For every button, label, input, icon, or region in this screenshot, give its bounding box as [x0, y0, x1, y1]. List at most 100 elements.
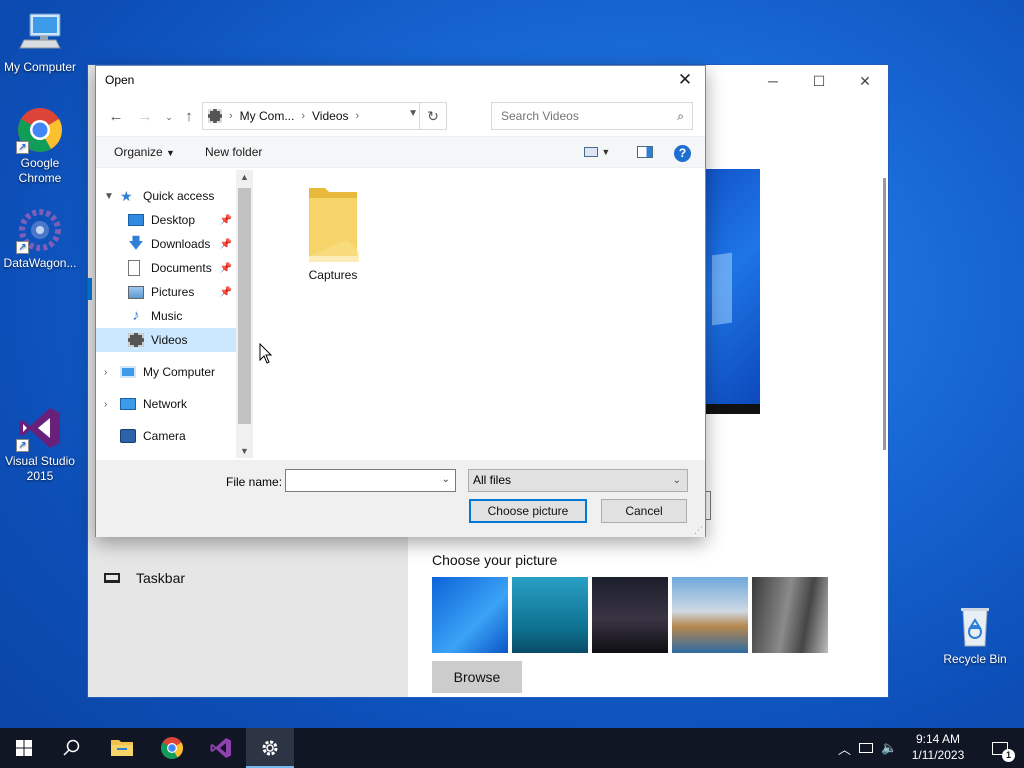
forward-arrow-icon[interactable]: →: [134, 106, 156, 128]
nav-item-downloads[interactable]: 🡇 Downloads 📌: [96, 232, 236, 256]
scroll-down-icon[interactable]: ▼: [236, 446, 253, 456]
scroll-up-icon[interactable]: ▲: [236, 172, 253, 182]
nav-label: Quick access: [143, 189, 215, 203]
start-button[interactable]: [0, 728, 48, 768]
desktop-icon-my-computer[interactable]: My Computer: [0, 10, 80, 75]
close-icon[interactable]: ✕: [671, 68, 699, 92]
file-name-label: File name:: [226, 475, 283, 489]
desktop-icon-visual-studio[interactable]: ↗ Visual Studio 2015: [0, 404, 80, 484]
maximize-icon[interactable]: ☐: [796, 65, 842, 97]
new-folder-button[interactable]: New folder: [205, 145, 262, 159]
nav-item-desktop[interactable]: Desktop 📌: [96, 208, 236, 232]
nav-item-music[interactable]: ♪ Music: [96, 304, 236, 328]
refresh-icon[interactable]: ↻: [419, 102, 447, 130]
settings-taskbar-button[interactable]: [246, 728, 294, 768]
file-name-combobox[interactable]: ⌄: [285, 469, 456, 492]
search-box[interactable]: ⌕: [491, 102, 693, 130]
help-icon[interactable]: ?: [674, 145, 691, 162]
chrome-taskbar-button[interactable]: [148, 728, 196, 768]
preview-pane-icon[interactable]: [637, 144, 653, 158]
nav-pane-scrollbar[interactable]: ▲ ▼: [236, 170, 253, 458]
settings-scrollbar[interactable]: [883, 178, 886, 450]
volume-icon[interactable]: 🔈: [881, 740, 897, 756]
nav-label: Network: [143, 397, 188, 411]
search-taskbar-button[interactable]: [48, 728, 96, 768]
show-hidden-icons-chevron-icon[interactable]: ︿: [838, 739, 851, 758]
settings-nav-accent: [88, 278, 92, 300]
thumbnail-beach-rocks[interactable]: [672, 577, 748, 653]
thumbnail-night-sky-tent[interactable]: [592, 577, 668, 653]
desktop-icon-recycle-bin[interactable]: Recycle Bin: [935, 602, 1015, 667]
video-folder-icon: [208, 109, 222, 123]
notification-count-badge: 1: [1002, 748, 1015, 762]
taskbar: ︿ 🔈 9:14 AM 1/11/2023 1: [0, 728, 1024, 768]
chevron-down-icon[interactable]: ⌄: [442, 474, 450, 485]
collapse-chevron-icon[interactable]: ▼: [104, 191, 114, 202]
picture-thumbnails: [432, 577, 828, 653]
cancel-button[interactable]: Cancel: [601, 499, 687, 523]
breadcrumb-my-computer[interactable]: My Com...: [240, 109, 295, 123]
shortcut-arrow-icon: ↗: [16, 241, 29, 254]
thumbnail-rock-cliff[interactable]: [752, 577, 828, 653]
address-dropdown-icon[interactable]: ▼: [408, 108, 418, 119]
choose-picture-button[interactable]: Choose picture: [469, 499, 587, 523]
address-bar[interactable]: › My Com... › Videos › ▼ ↻: [202, 102, 447, 130]
expand-chevron-icon[interactable]: ›: [104, 399, 107, 410]
expand-chevron-icon[interactable]: ›: [104, 367, 107, 378]
network-icon[interactable]: [859, 743, 874, 753]
open-file-dialog: Open ✕ ← → ⌄ ↑ › My Com... › Videos › ▼ …: [95, 65, 706, 537]
nav-my-computer[interactable]: › My Computer: [96, 360, 236, 384]
thumbnail-windows-hero[interactable]: [432, 577, 508, 653]
view-options-icon[interactable]: ▼: [584, 144, 610, 158]
minimize-icon[interactable]: ─: [750, 65, 796, 97]
shortcut-arrow-icon: ↗: [16, 141, 29, 154]
breadcrumb-videos[interactable]: Videos: [312, 109, 348, 123]
nav-label: Downloads: [151, 237, 211, 251]
visual-studio-icon: ↗: [16, 404, 64, 452]
breadcrumb-separator-icon: ›: [355, 110, 360, 122]
up-arrow-icon[interactable]: ↑: [178, 106, 200, 128]
gear-icon: [262, 740, 278, 756]
dialog-title: Open: [105, 73, 135, 87]
desktop-icon-google-chrome[interactable]: ↗ Google Chrome: [0, 106, 80, 186]
clock[interactable]: 9:14 AM 1/11/2023: [900, 731, 976, 763]
nav-camera[interactable]: Camera: [96, 424, 236, 448]
search-icon[interactable]: ⌕: [677, 109, 684, 124]
visual-studio-icon: [210, 738, 231, 758]
browse-button[interactable]: Browse: [432, 661, 522, 693]
visual-studio-taskbar-button[interactable]: [197, 728, 245, 768]
recent-locations-chevron-icon[interactable]: ⌄: [158, 106, 180, 128]
close-icon[interactable]: ✕: [842, 65, 888, 97]
windows-logo-icon: [16, 740, 32, 756]
desktop-icon-label: Recycle Bin: [943, 652, 1007, 666]
dialog-footer: File name: ⌄ All files ⌄ Choose picture …: [96, 460, 705, 537]
nav-item-pictures[interactable]: Pictures 📌: [96, 280, 236, 304]
search-input[interactable]: [499, 104, 669, 128]
thumbnail-underwater-swimmer[interactable]: [512, 577, 588, 653]
settings-nav-taskbar[interactable]: Taskbar: [104, 570, 185, 586]
resize-grip-icon[interactable]: ⋰: [694, 525, 703, 536]
folder-icon: [111, 740, 133, 756]
nav-quick-access[interactable]: ▼ ★ Quick access: [96, 184, 236, 208]
window-controls: ─ ☐ ✕: [750, 65, 888, 97]
file-name-input[interactable]: [289, 470, 434, 491]
shortcut-arrow-icon: ↗: [16, 439, 29, 452]
organize-button[interactable]: Organize ▼: [114, 145, 175, 159]
nav-network[interactable]: › Network: [96, 392, 236, 416]
nav-item-videos[interactable]: Videos: [96, 328, 236, 352]
nav-item-documents[interactable]: Documents 📌: [96, 256, 236, 280]
file-explorer-button[interactable]: [98, 728, 146, 768]
file-type-select[interactable]: All files ⌄: [468, 469, 688, 492]
file-list-area: Captures: [253, 170, 705, 458]
back-arrow-icon[interactable]: ←: [105, 106, 127, 128]
star-icon: ★: [120, 188, 133, 204]
action-center-button[interactable]: 1: [976, 728, 1024, 768]
nav-label: Pictures: [151, 285, 195, 299]
dropdown-arrow-icon: ▼: [166, 148, 175, 158]
dialog-toolbar: Organize ▼ New folder ▼ ?: [96, 136, 705, 168]
scrollbar-thumb[interactable]: [238, 188, 251, 424]
download-arrow-icon: 🡇: [128, 235, 144, 252]
desktop-icon-datawagon[interactable]: ↗ DataWagon...: [0, 206, 80, 271]
folder-item-captures[interactable]: Captures: [293, 182, 373, 282]
video-icon: [128, 333, 144, 347]
